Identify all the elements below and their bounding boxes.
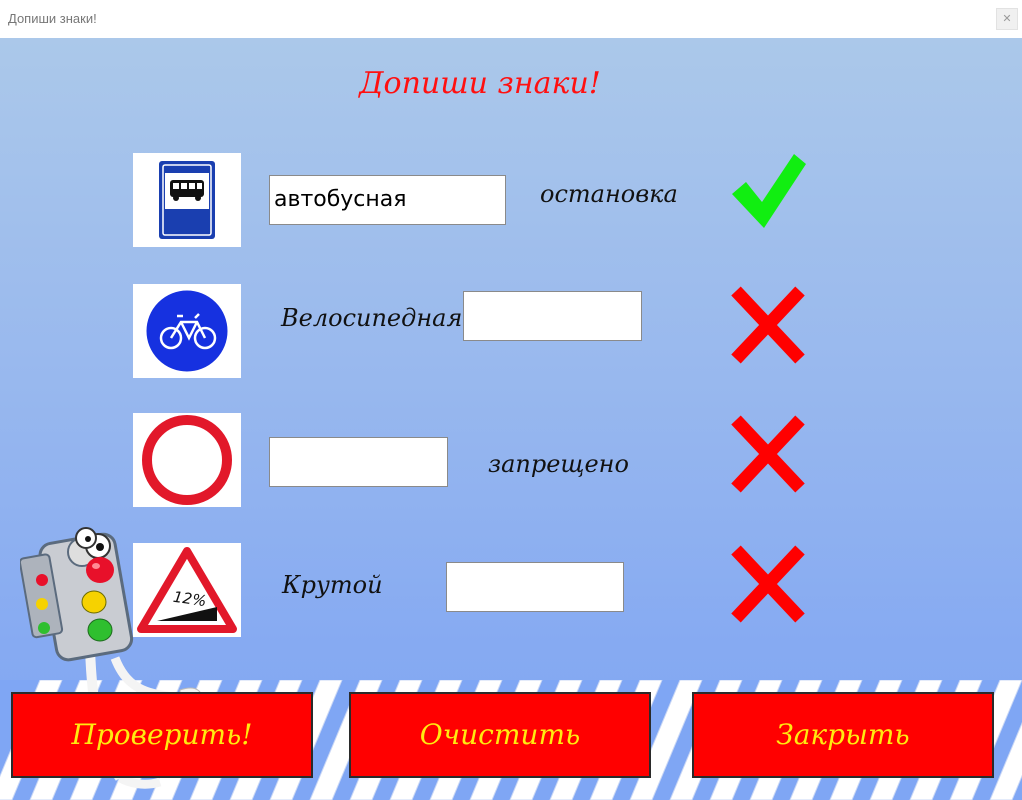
cross-icon <box>728 412 808 496</box>
sign-word-4: Крутой <box>282 571 383 599</box>
check-button[interactable]: Проверить! <box>11 692 313 778</box>
cross-icon <box>728 283 808 367</box>
answer-input-3[interactable] <box>269 437 448 487</box>
cross-icon <box>728 542 808 626</box>
clear-button[interactable]: Очистить <box>349 692 651 778</box>
window-close-button[interactable]: ✕ <box>996 8 1018 30</box>
app-client-area: Допиши знаки! автобусная остановка Велос… <box>0 38 1022 800</box>
sign-word-3: запрещено <box>488 450 629 478</box>
answer-input-4[interactable] <box>446 562 624 612</box>
window-titlebar: Допиши знаки! ✕ <box>0 0 1022 38</box>
bicycle-path-sign-icon <box>133 284 241 378</box>
answer-input-2[interactable] <box>463 291 642 341</box>
check-icon <box>728 150 808 234</box>
close-button[interactable]: Закрыть <box>692 692 994 778</box>
page-heading: Допиши знаки! <box>359 66 601 101</box>
no-entry-circle-sign-icon <box>133 413 241 507</box>
steep-descent-sign-icon: 12% <box>133 543 241 637</box>
sign-word-2: Велосипедная <box>281 304 463 332</box>
sign-word-1: остановка <box>540 180 678 208</box>
bus-stop-sign-icon <box>133 153 241 247</box>
answer-input-1[interactable]: автобусная <box>269 175 506 225</box>
window-title: Допиши знаки! <box>8 11 97 26</box>
